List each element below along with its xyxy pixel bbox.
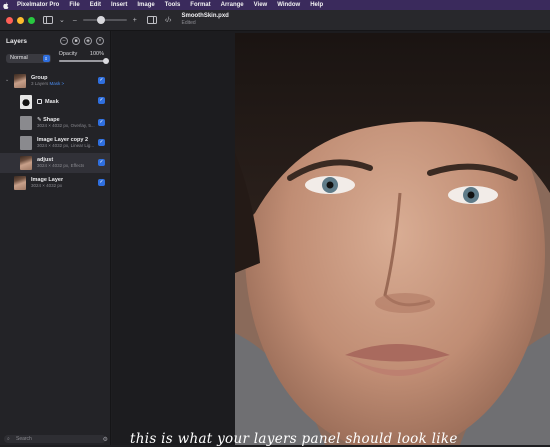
disclosure-chevron-icon[interactable]: ⌄ bbox=[5, 77, 9, 83]
inspector-toggle-icon[interactable] bbox=[146, 16, 157, 24]
gear-icon[interactable]: ⚙ bbox=[103, 436, 108, 443]
mask-icon bbox=[37, 99, 42, 105]
close-panel-icon[interactable]: × bbox=[96, 37, 104, 45]
layers-title: Layers bbox=[6, 37, 27, 45]
visibility-checkbox[interactable]: ✓ bbox=[98, 119, 105, 126]
zoom-window-button[interactable] bbox=[28, 16, 35, 24]
zoom-out-icon[interactable]: – bbox=[73, 17, 77, 24]
portrait-illustration bbox=[235, 33, 550, 445]
layer-meta: 3024 × 4032 px, Effects bbox=[37, 163, 85, 168]
menu-format[interactable]: Format bbox=[190, 2, 210, 8]
opacity-label: Opacity bbox=[58, 51, 78, 57]
code-brackets-icon[interactable]: ‹/› bbox=[165, 17, 172, 24]
document-title: SmoothSkin.pxd Edited bbox=[181, 13, 228, 27]
layer-row-image[interactable]: Image Layer 3024 × 4032 px ✓ bbox=[0, 173, 110, 193]
visibility-checkbox[interactable]: ✓ bbox=[98, 159, 105, 166]
portrait-photo[interactable] bbox=[235, 33, 550, 445]
zoom-in-icon[interactable]: + bbox=[133, 17, 137, 24]
search-placeholder: Search bbox=[16, 436, 32, 442]
layer-thumbnail bbox=[14, 74, 26, 88]
opacity-control: Opacity 100% bbox=[58, 51, 109, 65]
mask-layer-icon[interactable]: ■ bbox=[72, 37, 80, 45]
layer-stack-icon[interactable]: ◈ bbox=[84, 37, 92, 45]
layer-row-shape[interactable]: ✎ Shape 3024 × 4032 px, Overlay, 5... ✓ bbox=[0, 113, 110, 133]
layer-row-mask[interactable]: Mask ✓ bbox=[0, 91, 110, 113]
layer-row-group[interactable]: ⌄ Group 3 Layers Mask > ✓ bbox=[0, 71, 110, 91]
updown-arrows-icon: ⇕ bbox=[42, 54, 50, 62]
menu-app-name[interactable]: Pixelmator Pro bbox=[17, 2, 59, 8]
document-status: Edited bbox=[181, 20, 196, 26]
menu-help[interactable]: Help bbox=[310, 2, 323, 8]
blend-mode-value: Normal bbox=[10, 54, 28, 61]
remove-layer-icon[interactable]: – bbox=[60, 37, 68, 45]
layer-name: Mask bbox=[45, 99, 59, 105]
menu-view[interactable]: View bbox=[254, 2, 268, 8]
opacity-slider[interactable] bbox=[58, 58, 109, 64]
menu-image[interactable]: Image bbox=[137, 2, 154, 8]
opacity-slider-knob[interactable] bbox=[102, 58, 109, 64]
layer-row-adjust[interactable]: adjust 3024 × 4032 px, Effects ✓ bbox=[0, 153, 110, 173]
mask-link[interactable]: Mask > bbox=[50, 81, 65, 86]
layers-search-field[interactable]: ⌕ Search bbox=[4, 435, 106, 443]
zoom-slider[interactable] bbox=[82, 16, 127, 24]
menu-arrange[interactable]: Arrange bbox=[221, 2, 244, 8]
chevron-down-icon[interactable]: ⌄ bbox=[59, 16, 65, 24]
visibility-checkbox[interactable]: ✓ bbox=[98, 179, 105, 186]
opacity-slider-fill bbox=[58, 60, 106, 62]
visibility-checkbox[interactable]: ✓ bbox=[98, 139, 105, 146]
layer-meta: 3024 × 4032 px, Overlay, 5... bbox=[37, 123, 95, 128]
opacity-value[interactable]: 100% bbox=[90, 51, 104, 57]
layer-thumbnail bbox=[20, 156, 32, 170]
mask-thumbnail bbox=[20, 95, 32, 109]
layer-thumbnail bbox=[20, 116, 32, 130]
window-toolbar: ⌄ – + ‹/› SmoothSkin.pxd Edited bbox=[0, 10, 550, 31]
menu-window[interactable]: Window bbox=[277, 2, 300, 8]
layer-row-image-copy-2[interactable]: Image Layer copy 2 3024 × 4032 px, Linea… bbox=[0, 133, 110, 153]
minimize-window-button[interactable] bbox=[17, 16, 24, 24]
visibility-checkbox[interactable]: ✓ bbox=[98, 77, 105, 84]
layers-actions: – ■ ◈ × bbox=[60, 37, 104, 45]
menu-bar: Pixelmator Pro File Edit Insert Image To… bbox=[0, 0, 550, 10]
visibility-checkbox[interactable]: ✓ bbox=[98, 97, 105, 104]
layers-header: Layers – ■ ◈ × bbox=[0, 31, 110, 51]
menu-insert[interactable]: Insert bbox=[111, 2, 127, 8]
close-window-button[interactable] bbox=[6, 16, 13, 24]
blend-opacity-row: Normal ⇕ Opacity 100% bbox=[0, 51, 110, 65]
layer-meta: 3024 × 4032 px, Linear Lig... bbox=[37, 143, 95, 148]
layers-list: ⌄ Group 3 Layers Mask > ✓ Mask ✓ ✎ Shape… bbox=[0, 71, 110, 193]
layers-sidebar: Layers – ■ ◈ × Normal ⇕ Opacity 100% ⌄ G… bbox=[0, 31, 111, 445]
window-controls bbox=[6, 16, 35, 24]
layer-thumbnail bbox=[14, 176, 26, 190]
layer-meta: 3024 × 4032 px bbox=[31, 183, 63, 188]
layer-meta: 3 Layers bbox=[31, 81, 49, 86]
blend-mode-select[interactable]: Normal ⇕ bbox=[6, 53, 51, 63]
menu-file[interactable]: File bbox=[69, 2, 79, 8]
menu-tools[interactable]: Tools bbox=[165, 2, 181, 8]
canvas-area: this is what your layers panel should lo… bbox=[112, 31, 550, 447]
menu-edit[interactable]: Edit bbox=[90, 2, 101, 8]
search-icon: ⌕ bbox=[7, 436, 10, 442]
document-name: SmoothSkin.pxd bbox=[181, 13, 229, 19]
apple-logo-icon[interactable] bbox=[3, 1, 9, 9]
layer-thumbnail bbox=[20, 136, 32, 150]
sidebar-toggle-icon[interactable] bbox=[43, 16, 53, 24]
